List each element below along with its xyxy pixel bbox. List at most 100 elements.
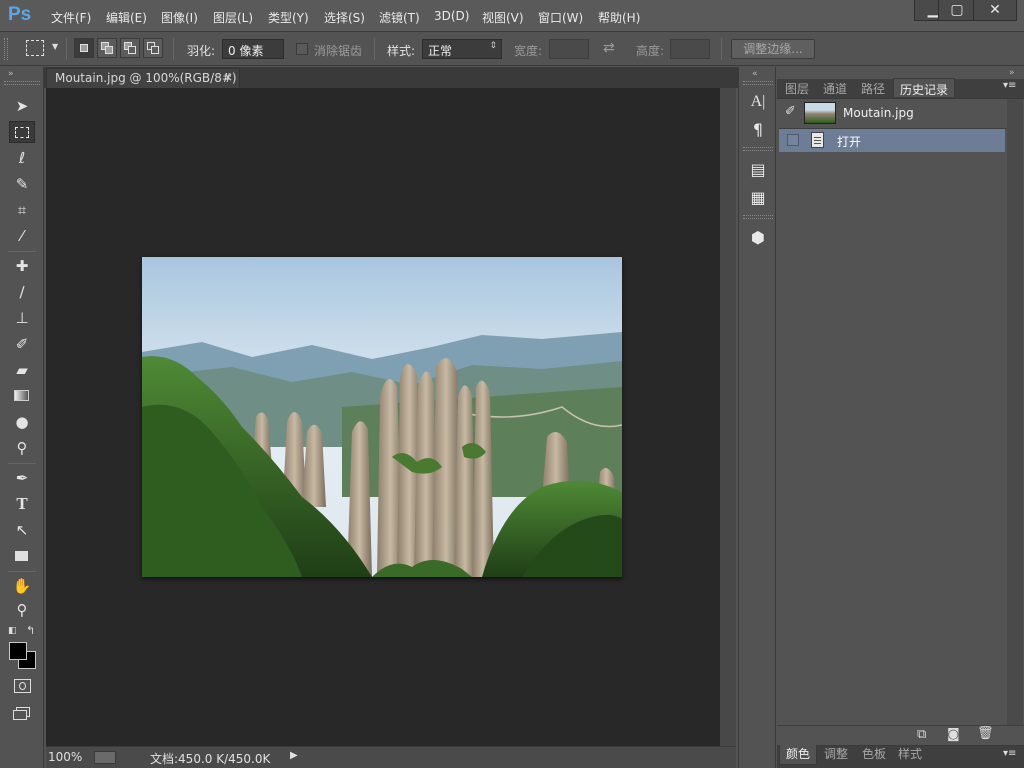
strip-grip[interactable] [743,215,773,219]
clone-stamp-tool-icon[interactable]: ⊥ [9,307,35,329]
menu-type[interactable]: 类型(Y) [268,9,309,26]
feather-input[interactable]: 0 像素 [222,39,284,59]
type-tool-icon[interactable]: T [9,493,35,515]
history-snapshot[interactable]: ✐ Moutain.jpg [779,99,1007,129]
document-tab[interactable]: Moutain.jpg @ 100%(RGB/8#) × [46,68,240,88]
history-scrollbar[interactable] [1007,99,1023,725]
camera-icon[interactable]: ◙ [947,727,960,742]
tab-paths[interactable]: 路径 [855,78,891,97]
collapse-icon[interactable]: « [752,69,758,79]
toolbar-grip[interactable] [4,81,40,85]
3d-panel-icon[interactable]: ⬢ [747,227,769,249]
intersect-selection-button[interactable] [143,38,163,58]
default-colors-icon[interactable]: ◧ [8,626,17,636]
tab-styles[interactable]: 样式 [891,745,929,765]
tab-swatches[interactable]: 色板 [855,745,893,765]
path-select-tool-icon[interactable]: ↖ [9,519,35,541]
menu-window[interactable]: 窗口(W) [538,9,583,26]
history-brush-source-icon[interactable]: ✐ [785,104,796,119]
add-selection-button[interactable] [97,38,117,58]
refine-edge-button[interactable]: 调整边缘... [731,39,815,59]
zoom-level[interactable]: 100% [48,750,82,764]
menu-select[interactable]: 选择(S) [324,9,365,26]
blur-tool-icon[interactable]: ● [9,411,35,433]
divider [8,463,36,464]
eraser-tool-icon[interactable]: ▰ [9,359,35,381]
history-brush-tool-icon[interactable]: ✐ [9,333,35,355]
chevron-down-icon[interactable]: ▼ [52,42,58,51]
new-document-from-state-icon[interactable]: ⧉ [917,727,926,742]
style-select[interactable]: 正常 ⇕ [422,39,502,59]
menu-layer[interactable]: 图层(L) [213,9,253,26]
quick-mask-button[interactable] [14,679,31,693]
strip-grip[interactable] [743,147,773,151]
menu-help[interactable]: 帮助(H) [598,9,640,26]
swap-colors-icon[interactable]: ↰ [26,624,35,637]
tab-close-icon[interactable]: × [223,70,233,84]
hand-tool-icon[interactable]: ✋ [9,575,35,597]
rect-marquee-tool-icon[interactable] [9,121,35,143]
width-label: 宽度: [514,44,543,58]
tab-adjustments[interactable]: 调整 [817,745,855,765]
width-input[interactable] [549,39,589,59]
marquee-preset-icon[interactable] [26,40,44,56]
status-menu-icon[interactable]: ▶ [290,750,298,761]
tab-history[interactable]: 历史记录 [893,78,955,97]
screen-mode-button[interactable] [13,707,31,721]
properties-panel-icon[interactable]: ▤ [747,159,769,181]
close-button[interactable]: ✕ [973,0,1017,21]
menu-file[interactable]: 文件(F) [51,9,91,26]
healing-brush-tool-icon[interactable]: ✚ [9,255,35,277]
menu-3d[interactable]: 3D(D) [434,9,469,23]
gradient-tool-icon[interactable] [9,385,35,407]
tab-color[interactable]: 颜色 [779,745,817,765]
strip-grip[interactable] [743,81,773,85]
height-input[interactable] [670,39,710,59]
trash-icon[interactable]: 🗑 [977,726,994,741]
quick-select-tool-icon[interactable]: ✎ [9,173,35,195]
menu-view[interactable]: 视图(V) [482,9,524,26]
history-panel-group: » 图层 通道 路径 历史记录 ▾≡ ✐ Moutain.jpg 打开 ⧉ ◙ … [777,67,1024,768]
status-preview-icon[interactable] [94,751,116,764]
options-grip[interactable] [4,38,8,60]
subtract-selection-button[interactable] [120,38,140,58]
document-tab-title: Moutain.jpg @ 100%(RGB/8#) [55,71,237,85]
character-panel-icon[interactable]: A| [747,91,769,113]
foreground-color-swatch[interactable] [9,642,27,660]
crop-tool-icon[interactable]: ⌗ [9,199,35,221]
expand-icon[interactable]: » [1009,68,1015,78]
zoom-tool-icon[interactable]: ⚲ [9,599,35,621]
tab-layers[interactable]: 图层 [779,78,815,97]
menu-image[interactable]: 图像(I) [161,9,198,26]
lasso-tool-icon[interactable]: ℓ [9,147,35,169]
brush-tool-icon[interactable]: ∕ [9,281,35,303]
notes-panel-icon[interactable]: ▦ [747,187,769,209]
menu-edit[interactable]: 编辑(E) [106,9,147,26]
antialias-checkbox[interactable] [296,43,308,55]
pen-tool-icon[interactable]: ✒ [9,467,35,489]
panel-menu-icon[interactable]: ▾≡ [1003,80,1016,91]
rectangle-glyph [15,551,28,561]
rectangle-tool-icon[interactable] [9,545,35,567]
new-selection-button[interactable] [74,38,94,58]
dodge-tool-icon[interactable]: ⚲ [9,437,35,459]
paragraph-panel-icon[interactable]: ¶ [747,119,769,141]
tab-channels[interactable]: 通道 [817,78,853,97]
screen-mode-icon-part [13,710,27,720]
history-list: ✐ Moutain.jpg 打开 [779,99,1007,725]
collapse-icon[interactable]: » [8,69,14,79]
move-tool-icon[interactable]: ➤ [9,95,35,117]
panel-menu-icon[interactable]: ▾≡ [1003,748,1016,759]
history-state[interactable]: 打开 [779,129,1005,152]
antialias-label: 消除锯齿 [314,44,363,58]
vertical-scrollbar[interactable] [720,88,736,746]
document-image[interactable] [142,257,622,577]
eyedropper-tool-icon[interactable]: ⁄ [9,225,35,247]
menu-filter[interactable]: 滤镜(T) [379,9,420,26]
panel-tab-bar: 图层 通道 路径 历史记录 ▾≡ [777,78,1024,99]
maximize-button[interactable]: ▢ [938,0,976,21]
divider [721,38,722,60]
rect-marquee-glyph [15,127,29,138]
swap-icon[interactable]: ⇄ [603,40,615,56]
history-source-checkbox[interactable] [787,134,799,146]
